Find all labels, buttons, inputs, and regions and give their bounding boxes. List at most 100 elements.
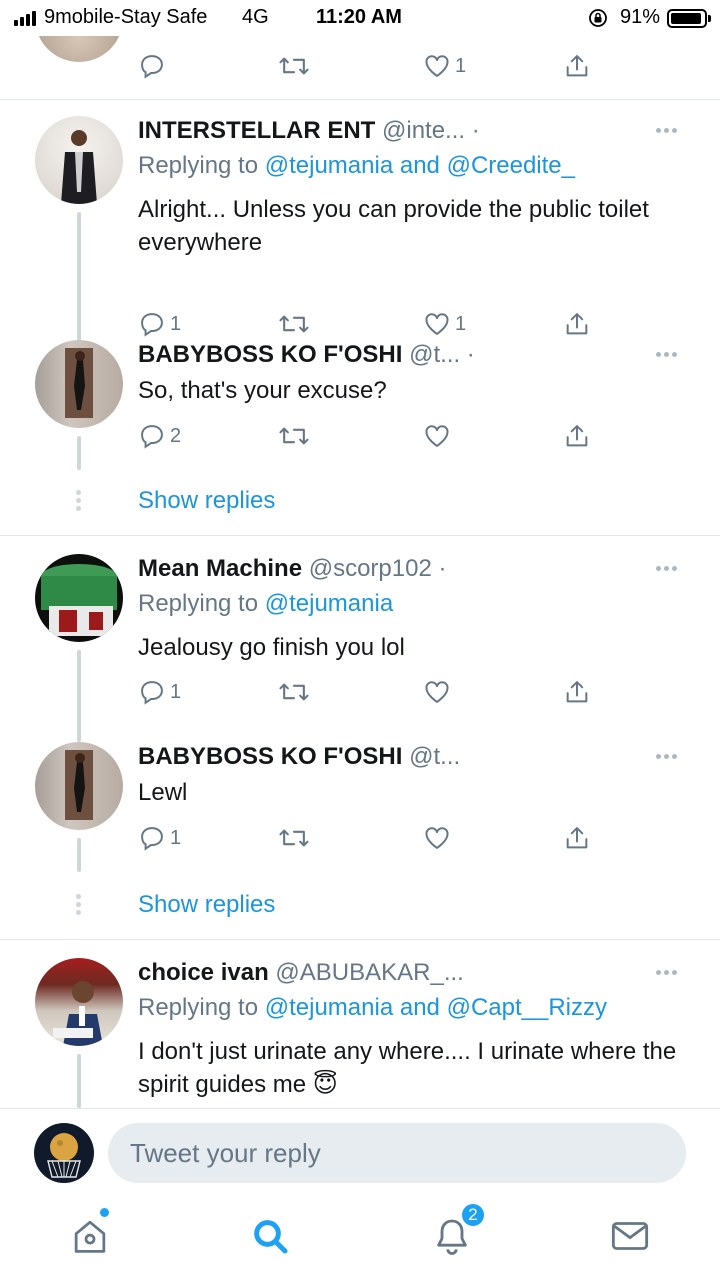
my-avatar[interactable]	[34, 1123, 94, 1183]
heart-icon	[425, 313, 449, 335]
display-name[interactable]: choice ivan	[138, 959, 269, 986]
share-button[interactable]	[563, 676, 591, 708]
divider	[0, 939, 720, 940]
tweet-text: I don't just urinate any where.... I uri…	[138, 1035, 678, 1101]
reply-button[interactable]: 1	[138, 308, 181, 340]
tweet-feed[interactable]: 1 INTERSTELLAR ENT @inte... · Replying t…	[0, 36, 720, 1108]
mention-link[interactable]: @tejumania	[265, 152, 393, 179]
more-options-icon[interactable]	[656, 970, 682, 978]
avatar[interactable]	[35, 742, 123, 830]
tweet[interactable]: BABYBOSS KO F'OSHI @t... Lewl 1	[0, 742, 720, 872]
signal-strength-icon	[14, 11, 36, 26]
retweet-button[interactable]	[278, 420, 310, 452]
avatar[interactable]	[35, 36, 123, 62]
like-button[interactable]: 1	[423, 50, 466, 82]
retweet-button[interactable]	[278, 308, 310, 340]
heart-icon	[425, 681, 449, 703]
user-handle[interactable]: @ABUBAKAR_...	[275, 959, 463, 986]
like-button[interactable]	[423, 420, 451, 452]
reply-icon	[141, 425, 163, 449]
thread-line	[77, 1054, 81, 1108]
thread-line	[77, 436, 81, 470]
search-icon	[254, 1220, 288, 1254]
like-count: 1	[455, 312, 467, 335]
display-name[interactable]: BABYBOSS KO F'OSHI	[138, 743, 402, 770]
tweet[interactable]: INTERSTELLAR ENT @inte... · Replying to …	[0, 116, 720, 346]
user-handle[interactable]: @t...	[409, 743, 460, 770]
user-handle[interactable]: @t...	[409, 341, 460, 368]
tweet-header: BABYBOSS KO F'OSHI @t... ·	[138, 340, 475, 370]
user-handle[interactable]: @scorp102	[309, 555, 432, 582]
more-options-icon[interactable]	[656, 566, 682, 574]
mention-conjunction: and	[399, 994, 440, 1021]
share-button[interactable]	[563, 822, 591, 854]
thread-line	[77, 650, 81, 742]
tweet[interactable]: choice ivan @ABUBAKAR_... Replying to @t…	[0, 958, 720, 1108]
tweet-text: Jealousy go finish you lol	[138, 634, 405, 661]
user-handle[interactable]: @inte...	[382, 117, 465, 144]
show-replies-link[interactable]: Show replies	[138, 890, 275, 920]
show-replies-link[interactable]: Show replies	[138, 486, 275, 516]
display-name[interactable]: Mean Machine	[138, 555, 302, 582]
tweet-text-body: I don't just urinate any where.... I uri…	[138, 1038, 677, 1098]
tweet-actions: 1	[138, 50, 608, 82]
avatar[interactable]	[35, 340, 123, 428]
mention-conjunction: and	[399, 152, 440, 179]
mention-link[interactable]: @tejumania	[265, 994, 393, 1021]
avatar[interactable]	[35, 554, 123, 642]
reply-icon	[141, 313, 163, 337]
thread-line	[77, 838, 81, 872]
tweet-header: INTERSTELLAR ENT @inte... ·	[138, 116, 480, 146]
status-bar: 9mobile-Stay Safe 4G 11:20 AM 91%	[0, 0, 720, 36]
more-options-icon[interactable]	[656, 754, 682, 762]
tweet-actions: 1 1	[138, 308, 608, 340]
like-button[interactable]	[423, 822, 451, 854]
more-options-icon[interactable]	[656, 128, 682, 136]
like-button[interactable]: 1	[423, 308, 466, 340]
mention-link[interactable]: @Capt__Rizzy	[447, 994, 607, 1021]
share-icon	[566, 681, 588, 703]
new-content-dot	[100, 1208, 109, 1217]
retweet-button[interactable]	[278, 676, 310, 708]
divider	[0, 535, 720, 536]
retweet-icon	[279, 315, 309, 333]
tab-messages[interactable]	[600, 1206, 660, 1266]
replying-prefix: Replying to	[138, 994, 259, 1021]
battery-icon	[667, 9, 711, 28]
reply-button[interactable]: 1	[138, 676, 181, 708]
share-icon	[566, 313, 588, 335]
display-name[interactable]: INTERSTELLAR ENT	[138, 117, 375, 144]
reply-input[interactable]	[108, 1123, 686, 1183]
avatar[interactable]	[35, 116, 123, 204]
reply-count: 2	[170, 424, 182, 447]
tweet[interactable]: Mean Machine @scorp102 · Replying to @te…	[0, 554, 720, 742]
more-options-icon[interactable]	[656, 352, 682, 360]
retweet-button[interactable]	[278, 50, 310, 82]
reply-button[interactable]	[138, 50, 166, 82]
reply-button[interactable]: 1	[138, 822, 181, 854]
reply-icon	[141, 827, 163, 851]
reply-count: 1	[170, 680, 182, 703]
reply-icon	[141, 681, 163, 705]
divider	[0, 99, 720, 100]
mention-link[interactable]: @Creedite_	[447, 152, 575, 179]
share-icon	[566, 55, 588, 77]
tweet[interactable]: BABYBOSS KO F'OSHI @t... · So, that's yo…	[0, 340, 720, 470]
tab-home[interactable]	[60, 1206, 120, 1266]
retweet-icon	[279, 57, 309, 75]
share-button[interactable]	[563, 308, 591, 340]
share-button[interactable]	[563, 50, 591, 82]
avatar[interactable]	[35, 958, 123, 1046]
mention-link[interactable]: @tejumania	[265, 590, 393, 617]
reply-icon	[141, 55, 163, 79]
retweet-button[interactable]	[278, 822, 310, 854]
like-button[interactable]	[423, 676, 451, 708]
tab-search[interactable]	[240, 1206, 300, 1266]
notifications-badge: 2	[460, 1202, 486, 1228]
share-button[interactable]	[563, 420, 591, 452]
display-name[interactable]: BABYBOSS KO F'OSHI	[138, 341, 402, 368]
heart-icon	[425, 55, 449, 77]
separator-dot: ·	[471, 117, 480, 144]
reply-button[interactable]: 2	[138, 420, 181, 452]
partial-tweet[interactable]: 1	[0, 36, 720, 99]
